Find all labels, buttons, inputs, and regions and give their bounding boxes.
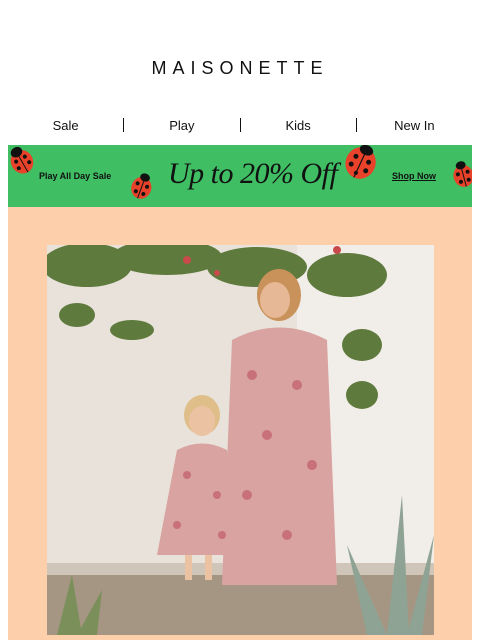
banner-left-text: Play All Day Sale (39, 171, 112, 181)
shop-now-link[interactable]: Shop Now (392, 171, 436, 181)
hero-photo[interactable] (47, 245, 434, 635)
maisonette-logo[interactable]: MAISONETTE (0, 58, 480, 79)
banner-headline: Up to 20% Off (168, 157, 338, 190)
ladybug-icon (345, 145, 376, 179)
ladybug-icon (453, 161, 472, 187)
nav-sale[interactable]: Sale (8, 118, 123, 133)
mother-daughter-photo (47, 245, 434, 635)
top-nav: Sale Play Kids New In (8, 112, 472, 138)
nav-play[interactable]: Play (124, 118, 239, 133)
ladybug-icon (10, 146, 34, 174)
ladybug-icon (131, 173, 152, 199)
hero-section (8, 207, 472, 640)
nav-new-in[interactable]: New In (357, 118, 472, 133)
sale-banner[interactable]: Play All Day Sale Up to 20% Off Shop Now (8, 145, 472, 207)
nav-kids[interactable]: Kids (241, 118, 356, 133)
